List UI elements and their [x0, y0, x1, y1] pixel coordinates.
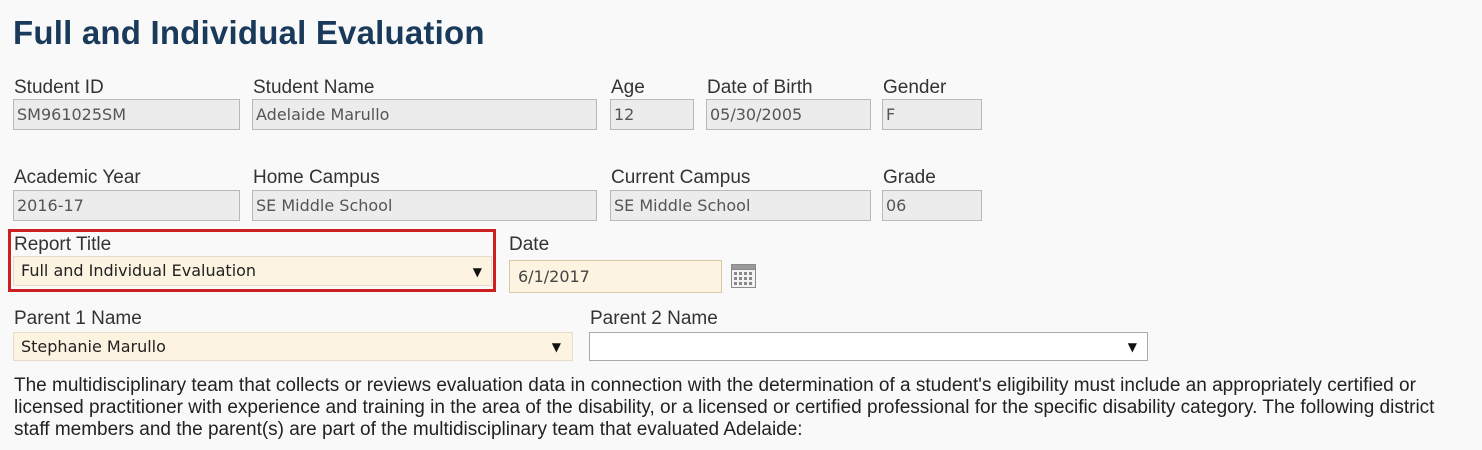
current-campus-label: Current Campus	[611, 167, 751, 188]
current-campus-field: SE Middle School	[610, 190, 871, 221]
team-description-paragraph: The multidisciplinary team that collects…	[14, 375, 1435, 440]
parent-1-name-select[interactable]: Stephanie Marullo ▼	[13, 332, 573, 361]
date-input[interactable]: 6/1/2017	[509, 260, 722, 293]
parent-1-name-label: Parent 1 Name	[14, 308, 142, 329]
date-of-birth-label: Date of Birth	[707, 77, 813, 98]
academic-year-field: 2016-17	[13, 190, 240, 221]
academic-year-label: Academic Year	[14, 167, 141, 188]
calendar-icon[interactable]	[731, 264, 756, 288]
age-label: Age	[611, 77, 645, 98]
report-title-label: Report Title	[14, 234, 112, 255]
home-campus-field: SE Middle School	[252, 190, 597, 221]
student-id-field: SM961025SM	[13, 99, 240, 130]
triangle-down-icon: ▼	[472, 265, 482, 279]
date-of-birth-field: 05/30/2005	[706, 99, 871, 130]
grade-label: Grade	[883, 167, 936, 188]
student-name-field: Adelaide Marullo	[252, 99, 597, 130]
triangle-down-icon: ▼	[551, 340, 561, 354]
student-name-label: Student Name	[253, 77, 375, 98]
report-title-select[interactable]: Full and Individual Evaluation ▼	[13, 256, 492, 286]
report-title-selected-value: Full and Individual Evaluation	[21, 261, 257, 280]
parent-2-name-label: Parent 2 Name	[590, 308, 718, 329]
page-title: Full and Individual Evaluation	[13, 14, 485, 51]
parent-2-name-select[interactable]: ▼	[589, 332, 1148, 361]
student-id-label: Student ID	[14, 77, 104, 98]
gender-field: F	[882, 99, 982, 130]
grade-field: 06	[882, 190, 982, 221]
triangle-down-icon: ▼	[1127, 340, 1137, 354]
gender-label: Gender	[883, 77, 947, 98]
parent-1-selected-value: Stephanie Marullo	[21, 337, 166, 356]
date-label: Date	[509, 234, 550, 255]
home-campus-label: Home Campus	[253, 167, 380, 188]
age-field: 12	[610, 99, 694, 130]
